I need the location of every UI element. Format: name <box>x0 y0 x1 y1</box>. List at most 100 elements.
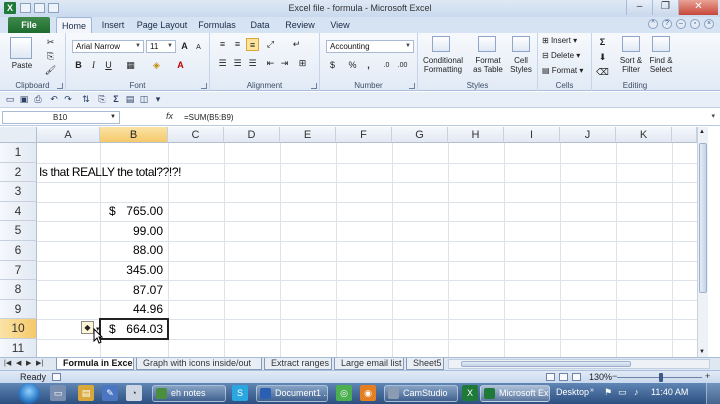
sheet-tab-sheet5[interactable]: Sheet5 <box>406 358 444 370</box>
zoom-out-icon[interactable]: − <box>612 371 617 381</box>
align-right-icon[interactable]: ☰ <box>246 57 259 70</box>
skype-icon[interactable]: S <box>232 385 248 401</box>
save-icon[interactable]: ▣ <box>18 94 30 105</box>
sheet-tab-formula-in-excel[interactable]: Formula in Excel <box>56 358 134 370</box>
italic-icon[interactable]: I <box>87 59 100 72</box>
zoom-in-icon[interactable]: + <box>705 371 710 381</box>
paste-icon[interactable] <box>10 37 32 59</box>
horizontal-scrollbar[interactable] <box>448 359 710 369</box>
autosum-icon[interactable]: Σ <box>110 94 122 105</box>
column-header-f[interactable]: F <box>336 127 392 143</box>
fill-icon[interactable]: ⬇ <box>596 51 609 64</box>
print-icon[interactable]: ⎙ <box>32 94 44 105</box>
excel-icon[interactable]: X <box>462 385 478 401</box>
row-header-1[interactable]: 1 <box>0 143 37 163</box>
chart-icon[interactable]: ◫ <box>138 94 150 105</box>
decrease-decimal-icon[interactable]: .00 <box>396 59 409 72</box>
tray-flag-icon[interactable]: ⚑ <box>604 387 612 398</box>
format-cells-button[interactable]: ▤ Format ▾ <box>542 66 583 75</box>
tab-page-layout[interactable]: Page Layout <box>136 17 188 33</box>
wrap-text-icon[interactable]: ↵ <box>290 38 303 51</box>
font-color-icon[interactable]: A <box>174 59 187 72</box>
insert-cells-button[interactable]: ⊞ Insert ▾ <box>542 36 577 45</box>
underline-icon[interactable]: U <box>102 59 115 72</box>
cell-b8[interactable]: 87.07 <box>100 283 163 297</box>
comma-style-icon[interactable]: , <box>362 59 375 72</box>
borders-icon[interactable]: ▦ <box>124 59 137 72</box>
conditional-formatting-button[interactable]: Conditional Formatting <box>420 56 466 74</box>
taskbar-microsoft-excel[interactable]: Microsoft Ex... <box>480 385 550 402</box>
chrome-icon[interactable]: ◎ <box>336 385 352 401</box>
cell-b9[interactable]: 44.96 <box>100 302 163 316</box>
column-header-k[interactable]: K <box>616 127 672 143</box>
desktop-toolbar[interactable]: Desktop <box>556 387 589 397</box>
align-middle-icon[interactable]: ≡ <box>231 38 244 51</box>
cell-b6[interactable]: 88.00 <box>100 243 163 257</box>
clear-icon[interactable]: ⌫ <box>596 66 609 79</box>
tab-review[interactable]: Review <box>283 17 317 33</box>
shrink-font-icon[interactable]: A <box>192 41 205 54</box>
column-header-h[interactable]: H <box>448 127 504 143</box>
scroll-up-icon[interactable]: ▲ <box>699 129 705 135</box>
column-header-i[interactable]: I <box>504 127 560 143</box>
autosum-icon[interactable]: Σ <box>596 36 609 49</box>
first-sheet-icon[interactable]: |◀ <box>4 359 11 367</box>
align-bottom-icon[interactable]: ≡ <box>246 38 259 51</box>
sheet-tab-extract-ranges[interactable]: Extract ranges <box>264 358 332 370</box>
start-button-icon[interactable] <box>18 383 40 404</box>
select-all-button[interactable] <box>0 127 37 143</box>
cell-b7[interactable]: 345.00 <box>100 263 163 277</box>
align-left-icon[interactable]: ☰ <box>216 57 229 70</box>
format-painter-icon[interactable]: 🖌 <box>44 64 57 77</box>
increase-indent-icon[interactable]: ⇥ <box>278 57 291 70</box>
sort-filter-icon[interactable] <box>622 36 640 52</box>
increase-decimal-icon[interactable]: .0 <box>380 59 393 72</box>
expand-formula-bar-icon[interactable]: ▾ <box>711 112 715 120</box>
align-top-icon[interactable]: ≡ <box>216 38 229 51</box>
merge-center-icon[interactable]: ⊞ <box>296 57 309 70</box>
tray-expand-icon[interactable]: » <box>590 387 594 394</box>
horizontal-scroll-thumb[interactable] <box>461 361 631 367</box>
sort-icon[interactable]: ⇅ <box>80 94 92 105</box>
scroll-down-icon[interactable]: ▼ <box>699 349 705 355</box>
column-header-e[interactable]: E <box>280 127 336 143</box>
tab-view[interactable]: View <box>326 17 354 33</box>
row-header-8[interactable]: 8 <box>0 280 37 300</box>
cell-b5[interactable]: 99.00 <box>100 224 163 238</box>
font-size-dropdown[interactable]: 11 ▼ <box>146 40 176 53</box>
help-icon[interactable]: ? <box>662 19 672 29</box>
paste-icon[interactable]: ▤ <box>124 94 136 105</box>
new-icon[interactable]: ▭ <box>4 94 16 105</box>
show-desktop-button[interactable] <box>706 383 720 404</box>
column-header-j[interactable]: J <box>560 127 616 143</box>
column-header-b[interactable]: B <box>100 127 168 143</box>
page-break-view-icon[interactable] <box>572 373 581 381</box>
cell-b10[interactable]: 664.03 <box>100 322 163 336</box>
bold-icon[interactable]: B <box>72 59 85 72</box>
align-center-icon[interactable]: ☰ <box>231 57 244 70</box>
tray-display-icon[interactable]: ▭ <box>618 387 627 398</box>
redo-icon[interactable]: ↷ <box>62 94 74 105</box>
workbook-close-icon[interactable]: × <box>704 19 714 29</box>
decrease-indent-icon[interactable]: ⇤ <box>264 57 277 70</box>
insert-function-icon[interactable]: fx <box>166 111 173 121</box>
find-select-icon[interactable] <box>652 36 670 52</box>
tab-data[interactable]: Data <box>246 17 274 33</box>
font-name-dropdown[interactable]: Arial Narrow ▼ <box>72 40 144 53</box>
firefox-icon[interactable]: ◉ <box>360 385 376 401</box>
workbook-restore-icon[interactable]: ▫ <box>690 19 700 29</box>
tab-formulas[interactable]: Formulas <box>196 17 238 33</box>
macro-record-icon[interactable] <box>52 373 61 381</box>
sheet-tab-large-email-list[interactable]: Large email list <box>334 358 404 370</box>
copy-icon[interactable]: ⎘ <box>44 50 57 63</box>
row-header-9[interactable]: 9 <box>0 299 37 320</box>
minimize-button[interactable]: – <box>626 0 652 15</box>
cell-styles-button[interactable]: Cell Styles <box>506 56 536 74</box>
row-header-6[interactable]: 6 <box>0 241 37 261</box>
zoom-level[interactable]: 130% <box>589 372 612 382</box>
column-header-partial[interactable] <box>672 127 697 143</box>
grow-font-icon[interactable]: A <box>178 40 191 53</box>
format-as-table-icon[interactable] <box>478 36 496 52</box>
zoom-slider-thumb[interactable] <box>659 373 663 382</box>
row-header-7[interactable]: 7 <box>0 260 37 281</box>
